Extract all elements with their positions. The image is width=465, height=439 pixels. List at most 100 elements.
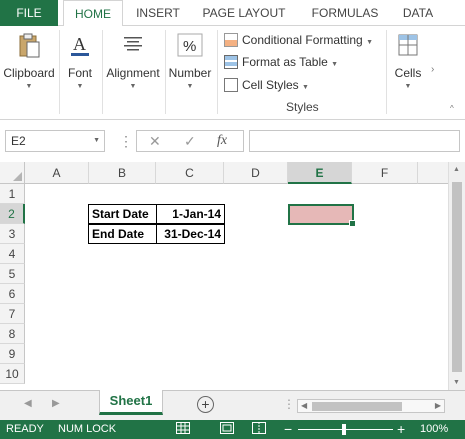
row-header-1[interactable]: 1 (0, 184, 25, 204)
next-sheet-icon[interactable]: ▶ (52, 398, 60, 409)
scroll-thumb[interactable] (452, 182, 462, 372)
column-header-f[interactable]: F (352, 162, 418, 184)
chevron-down-icon: ▼ (302, 84, 309, 91)
more-icon: ⋮ (119, 133, 133, 149)
tab-page-layout[interactable]: PAGE LAYOUT (196, 0, 292, 26)
format-as-table-label: Format as Table (242, 55, 328, 69)
sheet-tab-sheet1[interactable]: Sheet1 (99, 390, 163, 415)
ribbon-tab-bar: FILE HOME INSERT PAGE LAYOUT FORMULAS DA… (0, 0, 465, 27)
divider (386, 30, 387, 114)
page-layout-view-icon[interactable] (220, 420, 234, 439)
row-header-6[interactable]: 6 (0, 284, 25, 304)
enter-icon[interactable]: ✓ (184, 133, 196, 150)
table-icon (224, 55, 238, 69)
row-header-9[interactable]: 9 (0, 344, 25, 364)
collapse-ribbon-icon[interactable]: ^ (450, 104, 454, 113)
tab-insert[interactable]: INSERT (130, 0, 186, 26)
scroll-left-icon[interactable]: ◀ (301, 401, 307, 410)
conditional-formatting-button[interactable]: Conditional Formatting ▼ (224, 30, 373, 50)
chevron-down-icon: ▼ (129, 83, 137, 90)
more-icon: ⋮ (283, 397, 295, 411)
row-header-5[interactable]: 5 (0, 264, 25, 284)
font-label: Font (67, 66, 92, 80)
chevron-down-icon: ▼ (186, 83, 194, 90)
add-sheet-icon[interactable]: + (197, 396, 214, 413)
scroll-thumb[interactable] (312, 402, 402, 411)
column-header-c[interactable]: C (156, 162, 224, 184)
align-icon (118, 32, 148, 60)
clipboard-button[interactable]: Clipboard ▼ (0, 32, 58, 90)
cancel-icon[interactable]: ✕ (149, 133, 161, 150)
cell-styles-icon (224, 78, 238, 92)
horizontal-scrollbar[interactable]: ◀ ▶ (297, 399, 445, 413)
worksheet-grid[interactable]: A B C D E F 1 2 3 4 5 6 7 8 9 10 Start D… (0, 162, 448, 387)
formula-input[interactable] (249, 130, 460, 152)
chevron-down-icon: ▼ (404, 83, 412, 90)
svg-text:%: % (183, 38, 196, 55)
tab-file[interactable]: FILE (0, 0, 58, 26)
chevron-down-icon: ▼ (25, 83, 33, 90)
row-header-4[interactable]: 4 (0, 244, 25, 264)
name-box-value: E2 (11, 134, 26, 148)
number-button[interactable]: % Number ▼ (166, 32, 214, 90)
styles-group-label: Styles (286, 100, 319, 114)
number-label: Number (168, 66, 212, 80)
prev-sheet-icon[interactable]: ◀ (24, 398, 32, 409)
zoom-slider-thumb[interactable] (342, 424, 346, 435)
cells-label: Cells (394, 66, 422, 80)
column-header-a[interactable]: A (25, 162, 89, 184)
chevron-down-icon: ▼ (331, 61, 339, 68)
sheet-tab-bar: ◀ ▶ Sheet1 + ⋮ ◀ ▶ (0, 390, 465, 420)
cell-c3[interactable]: 31-Dec-14 (156, 224, 225, 244)
clipboard-icon (14, 32, 44, 60)
scroll-up-icon[interactable]: ▲ (453, 166, 460, 173)
zoom-out-icon[interactable]: − (284, 420, 292, 439)
conditional-formatting-icon (224, 33, 238, 47)
select-all-button[interactable] (0, 162, 25, 184)
column-header-d[interactable]: D (224, 162, 288, 184)
cell-b2[interactable]: Start Date (88, 204, 157, 224)
cells-icon (393, 32, 423, 60)
insert-function-icon[interactable]: fx (217, 133, 227, 149)
font-button[interactable]: A Font ▼ (60, 32, 100, 90)
cells-button[interactable]: Cells ▼ (388, 32, 428, 90)
cell-c2[interactable]: 1-Jan-14 (156, 204, 225, 224)
format-as-table-button[interactable]: Format as Table ▼ (224, 52, 338, 72)
page-break-view-icon[interactable] (252, 420, 266, 439)
chevron-right-icon[interactable]: › (431, 64, 434, 75)
zoom-in-icon[interactable]: + (397, 420, 405, 439)
formula-bar: E2 ▼ ⋮ ✕ ✓ fx (0, 120, 465, 162)
clipboard-label: Clipboard (3, 66, 55, 80)
cell-styles-button[interactable]: Cell Styles ▼ (224, 75, 309, 95)
name-box[interactable]: E2 ▼ (5, 130, 105, 152)
status-bar: READY NUM LOCK − + 100% (0, 420, 465, 439)
chevron-down-icon: ▼ (76, 83, 84, 90)
status-ready: READY (6, 423, 44, 435)
row-header-2[interactable]: 2 (0, 204, 25, 224)
status-num-lock: NUM LOCK (58, 423, 117, 435)
selected-cell-e2[interactable] (288, 204, 356, 227)
row-header-7[interactable]: 7 (0, 304, 25, 324)
row-header-3[interactable]: 3 (0, 224, 25, 244)
tab-home[interactable]: HOME (63, 0, 123, 27)
zoom-level[interactable]: 100% (420, 420, 448, 439)
vertical-scrollbar[interactable]: ▲ ▼ (448, 162, 465, 390)
tab-data[interactable]: DATA (394, 0, 442, 26)
ribbon: Clipboard ▼ A Font ▼ Alignment ▼ % Numbe… (0, 26, 465, 120)
scroll-down-icon[interactable]: ▼ (453, 379, 460, 386)
scroll-right-icon[interactable]: ▶ (435, 401, 441, 410)
row-header-8[interactable]: 8 (0, 324, 25, 344)
normal-view-icon[interactable] (176, 420, 190, 439)
alignment-label: Alignment (106, 66, 160, 80)
conditional-formatting-label: Conditional Formatting (242, 33, 363, 47)
column-header-b[interactable]: B (89, 162, 156, 184)
column-header-e[interactable]: E (288, 162, 352, 184)
row-header-10[interactable]: 10 (0, 364, 25, 384)
alignment-button[interactable]: Alignment ▼ (103, 32, 163, 90)
cell-styles-label: Cell Styles (242, 78, 299, 92)
tab-formulas[interactable]: FORMULAS (304, 0, 386, 26)
svg-text:A: A (73, 34, 86, 54)
cell-b3[interactable]: End Date (88, 224, 157, 244)
chevron-down-icon: ▼ (366, 39, 374, 46)
column-header-partial (418, 162, 448, 184)
